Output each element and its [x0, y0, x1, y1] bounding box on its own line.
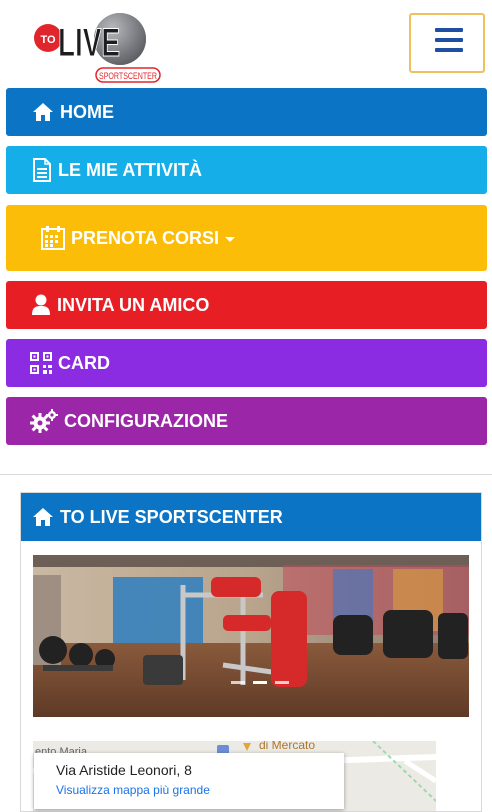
map-address: Via Aristide Leonori, 8 — [56, 762, 192, 778]
hamburger-bar — [435, 28, 463, 32]
map-info-card: Via Aristide Leonori, 8 Visualizza mappa… — [34, 753, 344, 809]
hamburger-menu-button[interactable] — [409, 13, 485, 73]
menu-item-label: PRENOTA CORSI — [71, 227, 220, 248]
menu-item-invita-un-amico[interactable]: INVITA UN AMICO — [6, 281, 487, 329]
menu-item-le-mie-attivita[interactable]: LE MIE ATTIVITÀ — [6, 146, 487, 194]
menu-item-label: LE MIE ATTIVITÀ — [58, 159, 202, 180]
user-icon — [31, 294, 51, 316]
menu-item-label: CONFIGURAZIONE — [64, 410, 228, 431]
chevron-down-icon — [225, 236, 236, 242]
menu-item-prenota-corsi[interactable]: PRENOTA CORSI — [6, 205, 487, 271]
carousel-dot[interactable] — [231, 681, 245, 684]
svg-text:TO: TO — [40, 34, 56, 46]
calendar-icon — [41, 226, 65, 250]
menu-item-label: HOME — [60, 101, 114, 122]
gears-icon — [30, 409, 58, 433]
panel-header: TO LIVE SPORTSCENTER — [21, 493, 481, 541]
panel-title: TO LIVE SPORTSCENTER — [60, 506, 283, 527]
menu-item-home[interactable]: HOME — [6, 88, 487, 136]
menu-item-card[interactable]: CARD — [6, 339, 487, 387]
carousel-dot[interactable] — [275, 681, 289, 684]
section-divider — [0, 474, 492, 475]
home-icon — [32, 507, 54, 527]
qr-code-icon — [30, 352, 52, 374]
carousel-dot[interactable] — [253, 681, 267, 684]
svg-text:di Mercato: di Mercato — [259, 741, 315, 752]
hamburger-bar — [435, 38, 463, 42]
carousel-indicators — [231, 681, 289, 684]
menu-item-label: INVITA UN AMICO — [57, 294, 210, 315]
home-icon — [32, 102, 54, 122]
document-icon — [32, 158, 52, 182]
svg-text:SPORTSCENTER: SPORTSCENTER — [99, 71, 157, 81]
gym-photo-carousel[interactable] — [33, 555, 469, 717]
larger-map-link[interactable]: Visualizza mappa più grande — [56, 783, 210, 797]
brand-logo[interactable]: TO LIVE SPORTSCENTER — [34, 8, 164, 84]
hamburger-bar — [435, 48, 463, 52]
app-header: TO LIVE SPORTSCENTER — [0, 0, 492, 86]
svg-text:LIVE: LIVE — [58, 21, 120, 65]
menu-item-configurazione[interactable]: CONFIGURAZIONE — [6, 397, 487, 445]
menu-item-label: CARD — [58, 352, 110, 373]
